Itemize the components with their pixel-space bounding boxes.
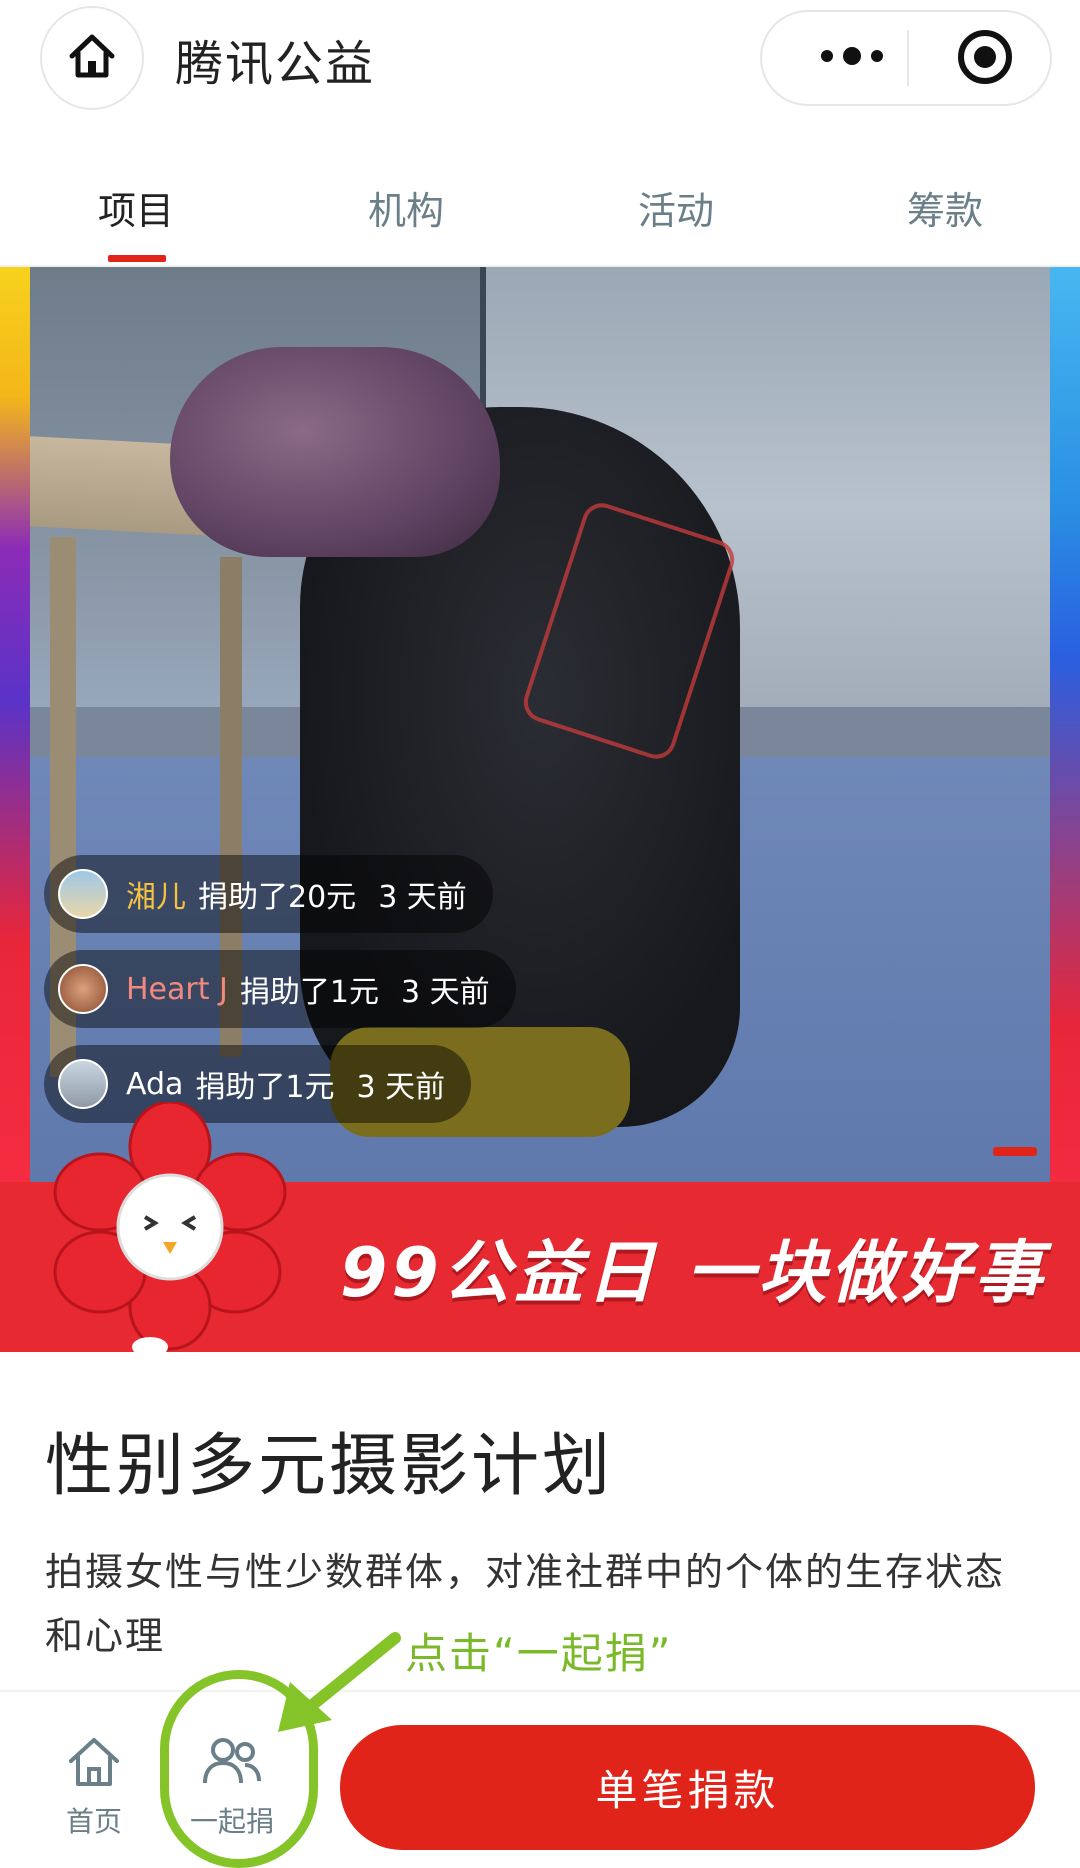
project-banner[interactable]: 湘儿 捐助了20元 3 天前 Heart J 捐助了1元 3 天前 Ada 捐助… (0, 267, 1080, 1352)
close-program-button[interactable] (952, 26, 1018, 92)
category-tabs: 项目 机构 活动 筹款 (0, 160, 1080, 267)
photo-person-hair (170, 347, 500, 557)
donation-time: 3 天前 (356, 1070, 446, 1105)
donation-feed-item: Heart J 捐助了1元 3 天前 (44, 950, 516, 1028)
promo-slogan: 99公益日 一块做好事 (340, 1234, 1047, 1313)
donor-name: Heart J (126, 971, 228, 1007)
more-button[interactable] (802, 30, 902, 86)
nav-home-label: 首页 (66, 1805, 123, 1838)
app-title: 腾讯公益 (175, 36, 376, 92)
donor-name: Ada (126, 1066, 184, 1102)
donation-feed-item: 湘儿 捐助了20元 3 天前 (44, 855, 493, 933)
single-donation-button[interactable]: 单笔捐款 (340, 1725, 1035, 1850)
donation-time: 3 天前 (378, 880, 467, 915)
donation-time: 3 天前 (400, 975, 490, 1010)
donation-action: 捐助了1元 (195, 1070, 335, 1105)
home-icon (66, 30, 118, 86)
more-dots-icon (817, 46, 887, 70)
carousel-indicator (993, 1147, 1037, 1156)
tab-organizations[interactable]: 机构 (368, 180, 444, 235)
tab-activities[interactable]: 活动 (638, 180, 714, 235)
capsule-menu (760, 10, 1052, 106)
home-button[interactable] (40, 6, 144, 110)
donation-action: 捐助了20元 (198, 880, 357, 915)
donor-name: 湘儿 (126, 880, 186, 915)
mini-program-header: 腾讯公益 (0, 0, 1080, 115)
project-title: 性别多元摄影计划 (45, 1427, 614, 1506)
avatar (58, 869, 108, 919)
tab-fundraising[interactable]: 筹款 (907, 180, 983, 235)
donation-action: 捐助了1元 (239, 975, 379, 1010)
annotation-arrow-icon (270, 1620, 410, 1740)
home-icon (66, 1735, 122, 1796)
flower-mascot-icon (45, 1100, 295, 1352)
annotation-hint-text: 点击“一起捐” (405, 1629, 673, 1678)
record-target-icon (955, 27, 1015, 91)
tab-projects[interactable]: 项目 (98, 180, 174, 235)
nav-home[interactable]: 首页 (66, 1735, 122, 1840)
capsule-divider (907, 30, 909, 86)
active-tab-indicator (108, 255, 166, 262)
avatar (58, 964, 108, 1014)
